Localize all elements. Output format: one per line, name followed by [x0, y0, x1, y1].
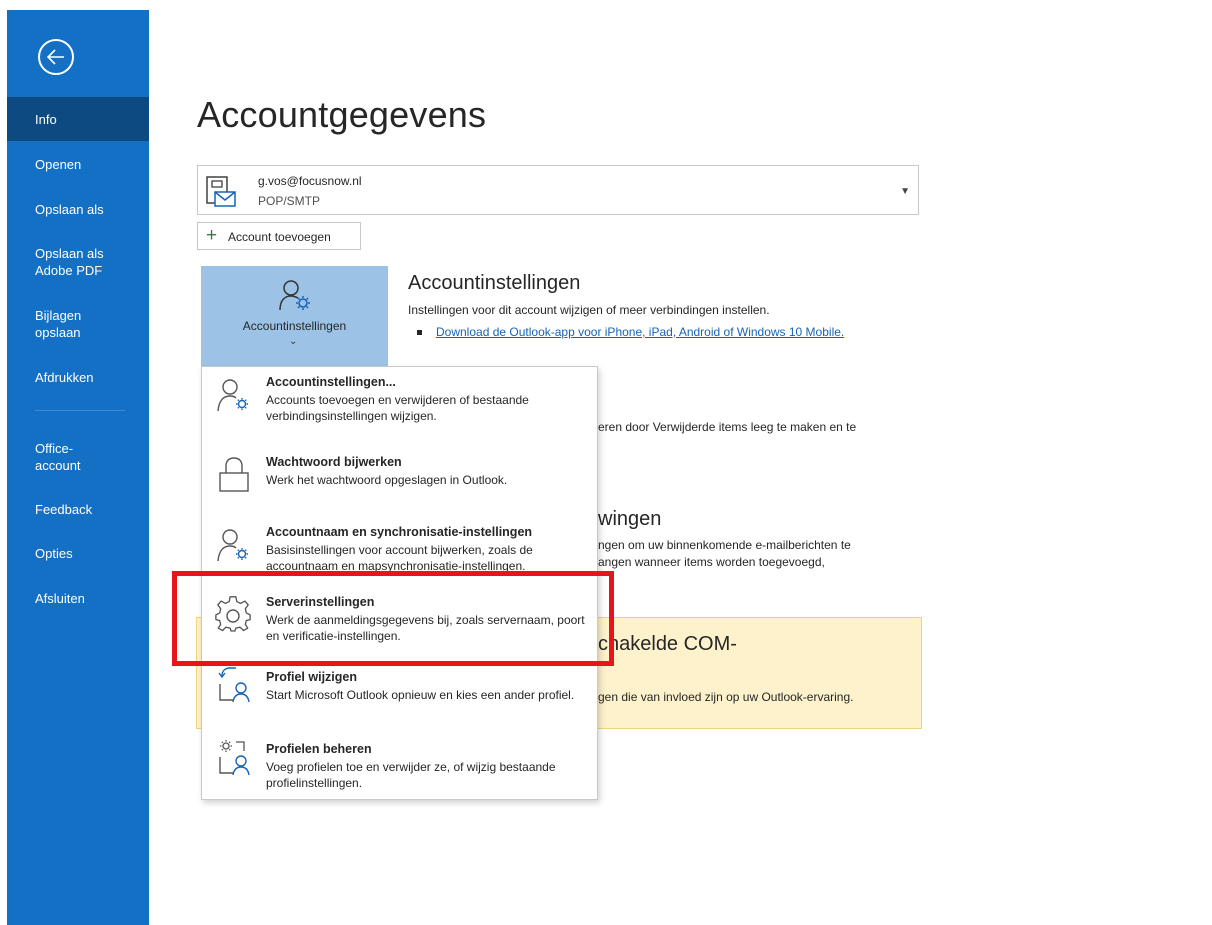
sidebar-item-opslaan-pdf[interactable]: Opslaan als Adobe PDF — [7, 245, 119, 279]
sidebar-divider — [35, 410, 125, 411]
section-rules-text-2: angen wanneer items worden toegevoegd, — [598, 555, 825, 569]
download-outlook-app-link[interactable]: Download de Outlook-app voor iPhone, iPa… — [436, 325, 844, 339]
sidebar-item-afsluiten[interactable]: Afsluiten — [7, 590, 149, 607]
menu-item-description: Werk het wachtwoord opgeslagen in Outloo… — [266, 473, 508, 487]
download-app-link-row: Download de Outlook-app voor iPhone, iPa… — [417, 325, 844, 339]
section-title-rules: wingen — [598, 508, 662, 530]
back-button[interactable] — [38, 39, 74, 75]
user-gear-icon — [279, 280, 310, 311]
sidebar-item-openen[interactable]: Openen — [7, 156, 149, 173]
sidebar-item-opties[interactable]: Opties — [7, 545, 149, 562]
chevron-down-icon: ▼ — [900, 186, 910, 197]
menu-item-description: Voeg profielen toe en verwijder ze, of w… — [266, 760, 556, 790]
menu-item-account-name-sync[interactable]: Accountnaam en synchronisatie-instelling… — [202, 515, 597, 573]
add-account-label: Account toevoegen — [228, 230, 331, 244]
sidebar-item-bijlagen-opslaan[interactable]: Bijlagen opslaan — [7, 307, 103, 341]
menu-item-description: Basisinstellingen voor account bijwerken… — [266, 543, 533, 573]
menu-item-manage-profiles[interactable]: Profielen beheren Voeg profielen toe en … — [202, 734, 597, 799]
section-com-text: gen die van invloed zijn op uw Outlook-e… — [598, 690, 854, 704]
account-settings-button-label: Accountinstellingen — [242, 319, 347, 333]
plus-icon: + — [206, 225, 218, 246]
user-gear-icon — [217, 379, 248, 412]
chevron-down-icon: ⌄ — [289, 336, 298, 347]
page-title: Accountgegevens — [197, 94, 487, 135]
menu-item-account-settings[interactable]: Accountinstellingen... Accounts toevoege… — [202, 367, 597, 447]
sidebar-item-afdrukken[interactable]: Afdrukken — [7, 369, 149, 386]
highlight-annotation — [172, 571, 614, 666]
arrow-left-icon — [46, 49, 64, 65]
account-settings-button[interactable]: Accountinstellingen ⌄ — [201, 266, 388, 366]
account-type: POP/SMTP — [258, 194, 321, 208]
account-email: g.vos@focusnow.nl — [258, 174, 362, 188]
menu-item-description: Start Microsoft Outlook opnieuw en kies … — [266, 688, 575, 702]
switch-profile-icon — [218, 667, 250, 703]
lock-icon — [219, 457, 249, 492]
manage-profiles-icon — [219, 740, 250, 776]
sidebar-item-feedback[interactable]: Feedback — [7, 501, 149, 518]
user-gear-icon — [217, 529, 248, 562]
menu-item-change-profile[interactable]: Profiel wijzigen Start Microsoft Outlook… — [202, 662, 597, 734]
section-desc-account-settings: Instellingen voor dit account wijzigen o… — [408, 303, 770, 317]
add-account-button[interactable]: + Account toevoegen — [197, 222, 361, 250]
backstage-sidebar: Info Openen Opslaan als Opslaan als Adob… — [7, 10, 149, 925]
menu-item-description: Accounts toevoegen en verwijderen of bes… — [266, 393, 529, 423]
section-rules-text-1: ngen om uw binnenkomende e-mailberichten… — [598, 538, 851, 552]
menu-item-title: Profielen beheren — [266, 742, 372, 756]
menu-item-update-password[interactable]: Wachtwoord bijwerken Werk het wachtwoord… — [202, 447, 597, 515]
menu-item-title: Profiel wijzigen — [266, 670, 357, 684]
menu-item-title: Wachtwoord bijwerken — [266, 455, 402, 469]
bullet — [417, 330, 422, 336]
mail-account-icon — [206, 176, 236, 207]
menu-item-title: Accountinstellingen... — [266, 375, 396, 389]
sidebar-item-office-account[interactable]: Office-account — [7, 440, 95, 474]
account-selector[interactable]: g.vos@focusnow.nl POP/SMTP ▼ — [197, 165, 919, 215]
section-title-com: chakelde COM- — [598, 633, 737, 655]
sidebar-item-info[interactable]: Info — [7, 97, 149, 141]
menu-item-title: Accountnaam en synchronisatie-instelling… — [266, 525, 533, 539]
section-title-account-settings: Accountinstellingen — [408, 272, 581, 294]
section-cleanup-text: eren door Verwijderde items leeg te make… — [598, 420, 857, 434]
sidebar-item-opslaan-als[interactable]: Opslaan als — [7, 201, 149, 218]
